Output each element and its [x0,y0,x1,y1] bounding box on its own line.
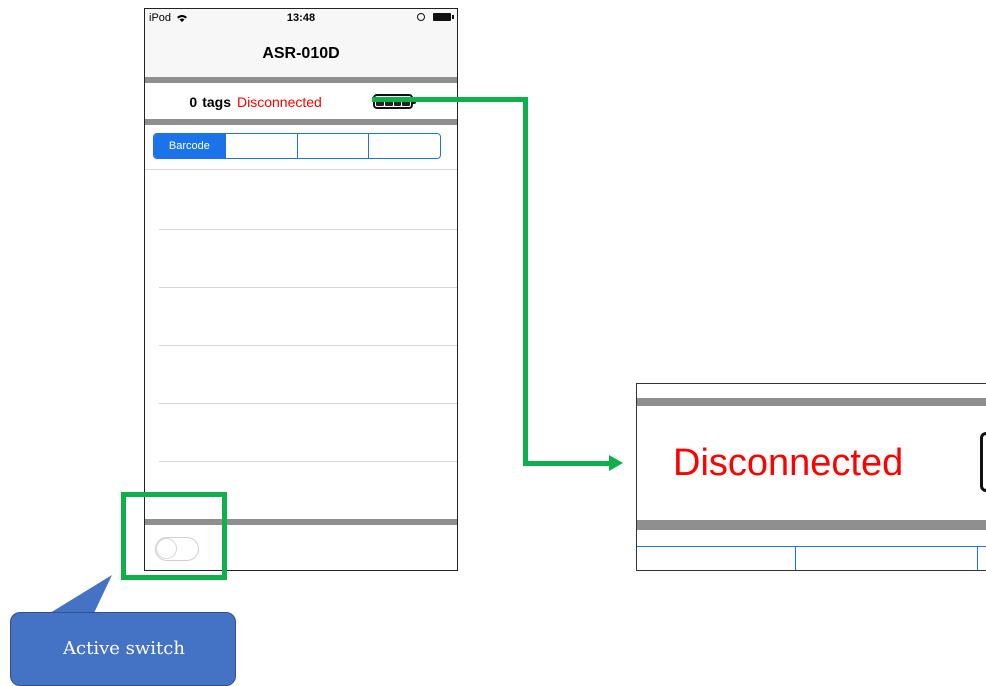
navigation-bar: ASR-010D [145,29,457,77]
list-item[interactable] [159,403,457,404]
list-item[interactable] [159,345,457,346]
segment-3[interactable] [296,134,369,158]
battery-status-icon [433,13,454,21]
divider [145,119,457,125]
list-divider [145,169,457,170]
connector-line [523,98,528,464]
zoomed-segmented-control [637,546,986,570]
switch-highlight-box [121,492,227,580]
connection-status: Disconnected [237,94,322,110]
list-item[interactable] [159,461,457,462]
connector-line [372,97,528,102]
divider [145,77,457,83]
phone-screen: iPod 13:48 ASR-010D 0 tags Disconnected B… [144,8,458,571]
zoomed-battery-icon [980,432,986,492]
page-title: ASR-010D [262,45,340,62]
callout-label: Active switch [63,638,185,659]
status-bar: iPod 13:48 [145,9,457,29]
divider [637,520,986,530]
list-item[interactable] [159,229,457,230]
reader-info-bar: 0 tags Disconnected [145,85,457,119]
tag-count: 0 tags [189,94,231,110]
mode-segmented-control: Barcode [153,133,441,159]
segment-4[interactable] [368,134,440,158]
zoomed-status-panel: Disconnected [636,383,986,571]
callout-box: Active switch [10,612,236,686]
callout-pointer [50,575,112,613]
segment-2[interactable] [224,134,297,158]
status-time: 13:48 [286,12,316,24]
arrow-right-icon [609,455,623,471]
list-item[interactable] [159,287,457,288]
divider [637,398,986,406]
segment-barcode[interactable]: Barcode [154,134,225,158]
connector-line [523,461,613,466]
zoomed-connection-status: Disconnected [673,442,904,484]
orientation-lock-icon [417,13,425,21]
